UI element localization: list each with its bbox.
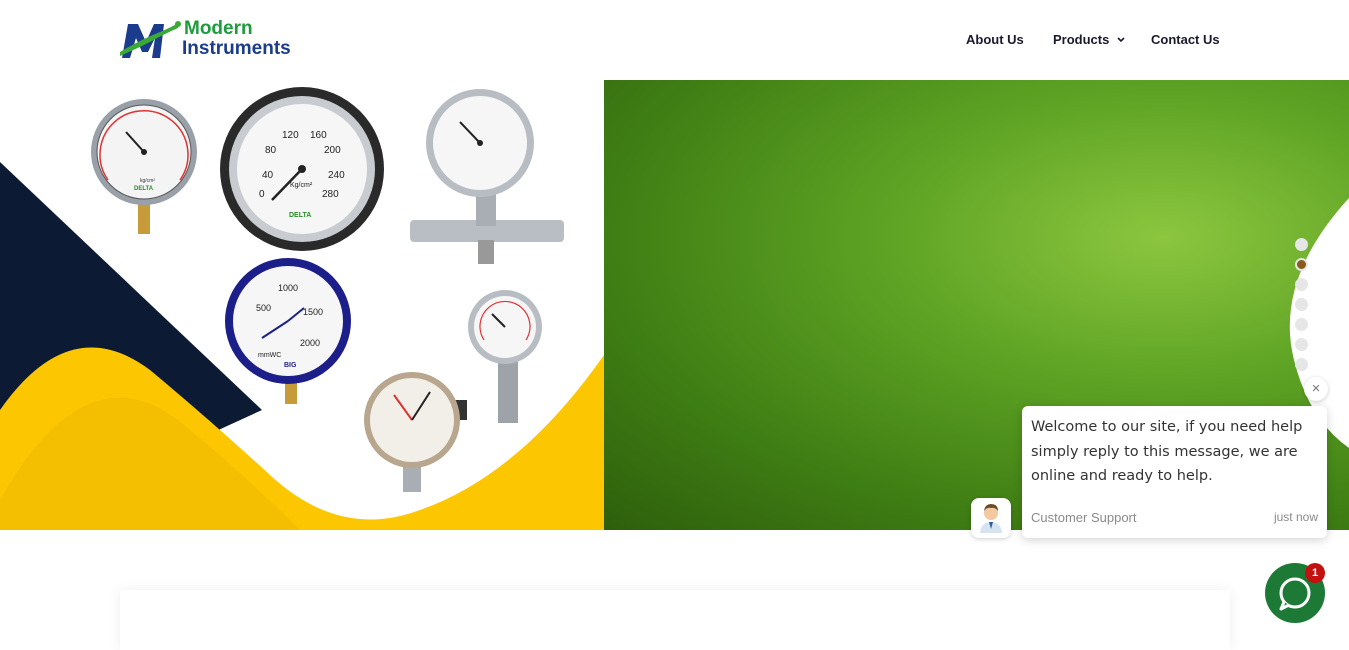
nav-products[interactable]: Products bbox=[1053, 32, 1125, 47]
gauge-2-brand: DELTA bbox=[289, 212, 311, 219]
gauge-1-brand: DELTA bbox=[134, 186, 154, 192]
gauge-3 bbox=[410, 89, 564, 264]
gauge-4-tick-3: 2000 bbox=[300, 338, 320, 348]
gauge-2-tick-3: 120 bbox=[282, 130, 299, 141]
content-card bbox=[120, 590, 1230, 650]
gauge-4-tick-1: 500 bbox=[256, 303, 271, 313]
gauge-2-tick-6: 240 bbox=[328, 170, 345, 181]
unread-badge: 1 bbox=[1305, 563, 1325, 583]
chat-agent-name: Customer Support bbox=[1031, 510, 1137, 525]
gauge-5 bbox=[468, 290, 542, 423]
slider-dot-4[interactable] bbox=[1295, 298, 1308, 311]
gauge-2-tick-4: 160 bbox=[310, 130, 327, 141]
gauge-4-unit: mmWC bbox=[258, 352, 281, 359]
chat-message: Welcome to our site, if you need help si… bbox=[1031, 419, 1303, 484]
nav-contact-label[interactable]: Contact Us bbox=[1151, 32, 1220, 47]
chat-close-icon[interactable]: × bbox=[1304, 377, 1328, 401]
logo-line-1: Modern bbox=[184, 18, 253, 39]
logo-text: Modern Instruments bbox=[182, 19, 291, 59]
gauge-4: 1000 500 1500 2000 mmWC BIG bbox=[225, 258, 351, 404]
gauge-2-tick-2: 80 bbox=[265, 145, 277, 156]
banner-artwork: DELTA kg/cm² 0 40 80 120 160 200 240 280… bbox=[0, 87, 604, 530]
slider-pagination bbox=[1295, 238, 1309, 378]
logo[interactable]: Modern Instruments bbox=[120, 18, 320, 62]
agent-avatar bbox=[971, 498, 1011, 538]
gauge-1-unit: kg/cm² bbox=[140, 178, 155, 184]
nav-about-label[interactable]: About Us bbox=[966, 32, 1024, 47]
logo-m-icon bbox=[120, 21, 181, 58]
slider-dot-5[interactable] bbox=[1295, 318, 1308, 331]
slider-dot-3[interactable] bbox=[1295, 278, 1308, 291]
nav-contact[interactable]: Contact Us bbox=[1151, 32, 1220, 47]
gauge-4-tick-2: 1500 bbox=[303, 307, 323, 317]
chat-welcome-bubble[interactable]: Welcome to our site, if you need help si… bbox=[1022, 406, 1327, 538]
gauge-2-tick-5: 200 bbox=[324, 145, 341, 156]
slider-dot-1[interactable] bbox=[1295, 238, 1308, 251]
agent-avatar-icon bbox=[980, 504, 1002, 533]
chevron-down-icon[interactable] bbox=[1117, 37, 1125, 43]
logo-line-2: Instruments bbox=[182, 38, 291, 59]
gauge-2-tick-1: 40 bbox=[262, 170, 274, 181]
hero-product-banner: DELTA kg/cm² 0 40 80 120 160 200 240 280… bbox=[0, 80, 604, 530]
gauge-4-tick-0: 1000 bbox=[278, 283, 298, 293]
nav-products-label[interactable]: Products bbox=[1053, 32, 1109, 47]
slider-dot-6[interactable] bbox=[1295, 338, 1308, 351]
gauge-2-tick-0: 0 bbox=[259, 189, 265, 200]
gauge-4-brand: BIG bbox=[284, 362, 297, 369]
slider-dot-2[interactable] bbox=[1295, 258, 1308, 271]
site-header: Modern Instruments About Us Products Con… bbox=[0, 0, 1349, 80]
slider-dot-7[interactable] bbox=[1295, 358, 1308, 371]
gauge-2-unit: Kg/cm² bbox=[290, 182, 313, 189]
chat-timestamp: just now bbox=[1273, 510, 1318, 524]
gauge-1: DELTA kg/cm² bbox=[91, 99, 197, 234]
gauge-6 bbox=[364, 372, 467, 492]
gauge-2-tick-7: 280 bbox=[322, 189, 339, 200]
nav-about[interactable]: About Us bbox=[966, 32, 1024, 47]
gauge-2: 0 40 80 120 160 200 240 280 Kg/cm² DELTA bbox=[220, 87, 384, 251]
